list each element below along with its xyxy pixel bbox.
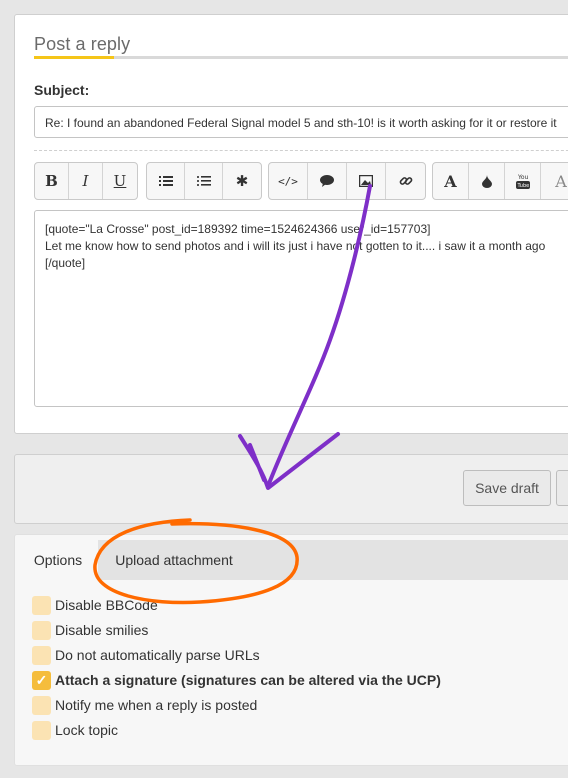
message-line-3: [/quote]	[45, 256, 86, 270]
checkbox[interactable]	[32, 720, 51, 740]
insert-button-group: </>	[268, 162, 426, 200]
bullet-list-button[interactable]	[147, 163, 185, 199]
code-icon: </>	[278, 174, 298, 188]
option-label: Disable BBCode	[55, 597, 158, 613]
underline-icon: U	[113, 172, 127, 190]
option-label: Attach a signature (signatures can be al…	[55, 672, 441, 688]
quote-button[interactable]	[308, 163, 347, 199]
underline-button[interactable]: U	[103, 163, 137, 199]
option-label: Do not automatically parse URLs	[55, 647, 260, 663]
bullet-list-icon	[158, 176, 173, 186]
asterisk-button[interactable]: ✱	[223, 163, 261, 199]
font-button[interactable]: A	[541, 163, 568, 199]
link-button[interactable]	[386, 163, 425, 199]
link-icon	[399, 177, 412, 185]
page-title: Post a reply	[34, 34, 131, 54]
option-label: Lock topic	[55, 722, 119, 738]
code-button[interactable]: </>	[269, 163, 308, 199]
font-size-button[interactable]: A	[433, 163, 469, 199]
checkmark-icon: ✓	[35, 671, 48, 688]
checkbox[interactable]	[32, 620, 51, 640]
bold-button[interactable]: B	[35, 163, 69, 199]
asterisk-icon: ✱	[235, 172, 249, 190]
message-line-2: Let me know how to send photos and i wil…	[45, 239, 546, 253]
option-lock-topic[interactable]: Lock topic	[32, 720, 119, 740]
message-textarea[interactable]: [quote="La Crosse" post_id=189392 time=1…	[34, 210, 568, 407]
checkbox-checked[interactable]: ✓	[32, 670, 51, 690]
image-icon	[359, 175, 373, 187]
option-attach-signature[interactable]: ✓ Attach a signature (signatures can be …	[32, 670, 441, 690]
title-underline-accent	[34, 56, 114, 59]
youtube-button[interactable]: You Tube	[505, 163, 541, 199]
option-disable-smilies[interactable]: Disable smilies	[32, 620, 149, 640]
option-notify-reply[interactable]: Notify me when a reply is posted	[32, 695, 258, 715]
color-button[interactable]	[469, 163, 505, 199]
title-underline	[34, 56, 568, 59]
list-button-group: ✱	[146, 162, 262, 200]
italic-icon: I	[82, 172, 89, 190]
subject-label: Subject:	[34, 82, 90, 98]
subject-input[interactable]: Re: I found an abandoned Federal Signal …	[34, 106, 568, 138]
color-drop-icon	[481, 174, 492, 188]
numbered-list-icon	[196, 176, 211, 186]
tab-upload-attachment[interactable]: Upload attachment	[100, 540, 248, 580]
font-size-icon: A	[444, 171, 457, 191]
font-icon: A	[555, 171, 567, 191]
preview-button[interactable]	[556, 470, 568, 506]
tab-options[interactable]: Options	[18, 540, 98, 580]
svg-text:Tube: Tube	[516, 183, 529, 189]
message-line-1: [quote="La Crosse" post_id=189392 time=1…	[45, 222, 431, 236]
numbered-list-button[interactable]	[185, 163, 223, 199]
image-button[interactable]	[347, 163, 386, 199]
format-button-group: B I U	[34, 162, 138, 200]
youtube-icon: You Tube	[515, 174, 530, 189]
option-label: Disable smilies	[55, 622, 149, 638]
option-no-parse-urls[interactable]: Do not automatically parse URLs	[32, 645, 260, 665]
checkbox[interactable]	[32, 645, 51, 665]
option-disable-bbcode[interactable]: Disable BBCode	[32, 595, 158, 615]
checkbox[interactable]	[32, 695, 51, 715]
quote-bubble-icon	[320, 175, 334, 187]
italic-button[interactable]: I	[69, 163, 103, 199]
save-draft-button[interactable]: Save draft	[463, 470, 551, 506]
divider	[34, 150, 568, 151]
bold-icon: B	[45, 172, 58, 190]
option-label: Notify me when a reply is posted	[55, 697, 258, 713]
style-button-group: A You Tube A	[432, 162, 568, 200]
checkbox[interactable]	[32, 595, 51, 615]
svg-text:You: You	[517, 174, 529, 181]
